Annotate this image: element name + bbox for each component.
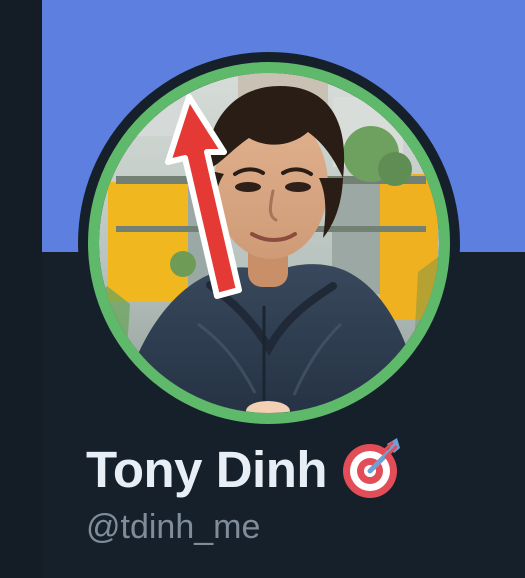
profile-handle: @tdinh_me [86,508,261,546]
profile-page: Tony Dinh @tdinh_me [0,0,525,578]
profile-display-name: Tony Dinh [86,436,405,502]
display-name-text: Tony Dinh [86,440,328,498]
avatar[interactable] [88,62,450,424]
left-sidebar [0,0,43,578]
target-dart-icon [343,438,401,498]
